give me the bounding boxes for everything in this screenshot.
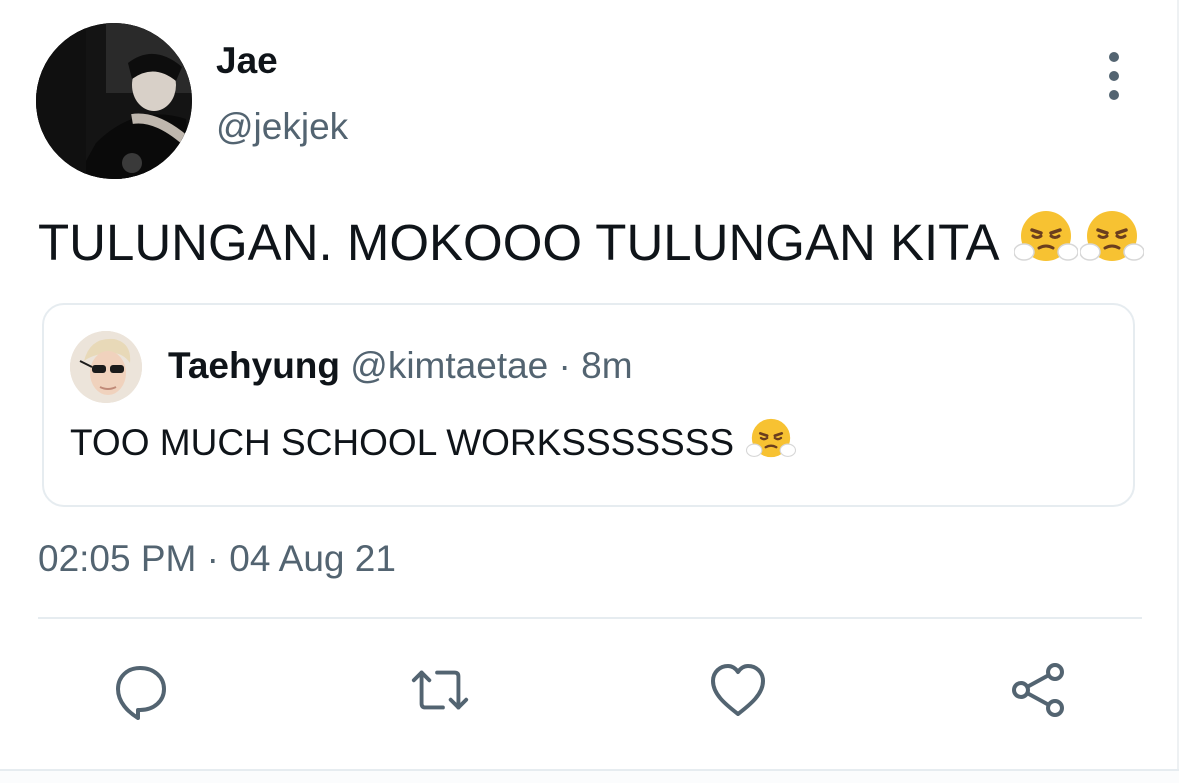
tweet-timestamp[interactable]: 02:05 PM · 04 Aug 21 [38,538,396,580]
tweet-text: TULUNGAN. MOKOOO TULUNGAN KITA [38,213,1000,271]
quoted-author-handle[interactable]: @kimtaetae [350,345,548,386]
author-avatar[interactable] [36,23,192,179]
tweet-actions-bar [0,658,1179,728]
bottom-separator [0,769,1179,783]
quoted-author-avatar[interactable] [70,331,142,403]
quoted-tweet-text: TOO MUCH SCHOOL WORKSSSSSSS [70,421,735,463]
author-display-name[interactable]: Jae [216,40,278,82]
share-icon[interactable] [1006,658,1070,722]
tweet-text-row: TULUNGAN. MOKOOO TULUNGAN KITA [38,206,1149,279]
quoted-tweet-card[interactable]: Taehyung @kimtaetae · 8m TOO MUCH SCHOOL… [42,303,1135,507]
face-with-steam-from-nose-emoji [1012,206,1079,279]
divider [38,617,1142,619]
retweet-icon[interactable] [408,658,472,722]
quoted-tweet-text-row: TOO MUCH SCHOOL WORKSSSSSSS [70,415,797,470]
face-with-steam-from-nose-emoji [1078,206,1145,279]
more-options-icon[interactable] [1096,52,1132,100]
quoted-header-separator: · [558,345,571,386]
quoted-tweet-time: 8m [581,345,633,386]
like-icon[interactable] [706,658,770,722]
quoted-tweet-header: Taehyung @kimtaetae · 8m [168,345,633,387]
avatar-photo [36,23,192,179]
reply-icon[interactable] [108,658,172,722]
author-handle[interactable]: @jekjek [216,106,348,148]
face-with-steam-from-nose-emoji [745,415,797,470]
quoted-author-display-name[interactable]: Taehyung [168,345,340,386]
quoted-avatar-photo [70,331,142,403]
